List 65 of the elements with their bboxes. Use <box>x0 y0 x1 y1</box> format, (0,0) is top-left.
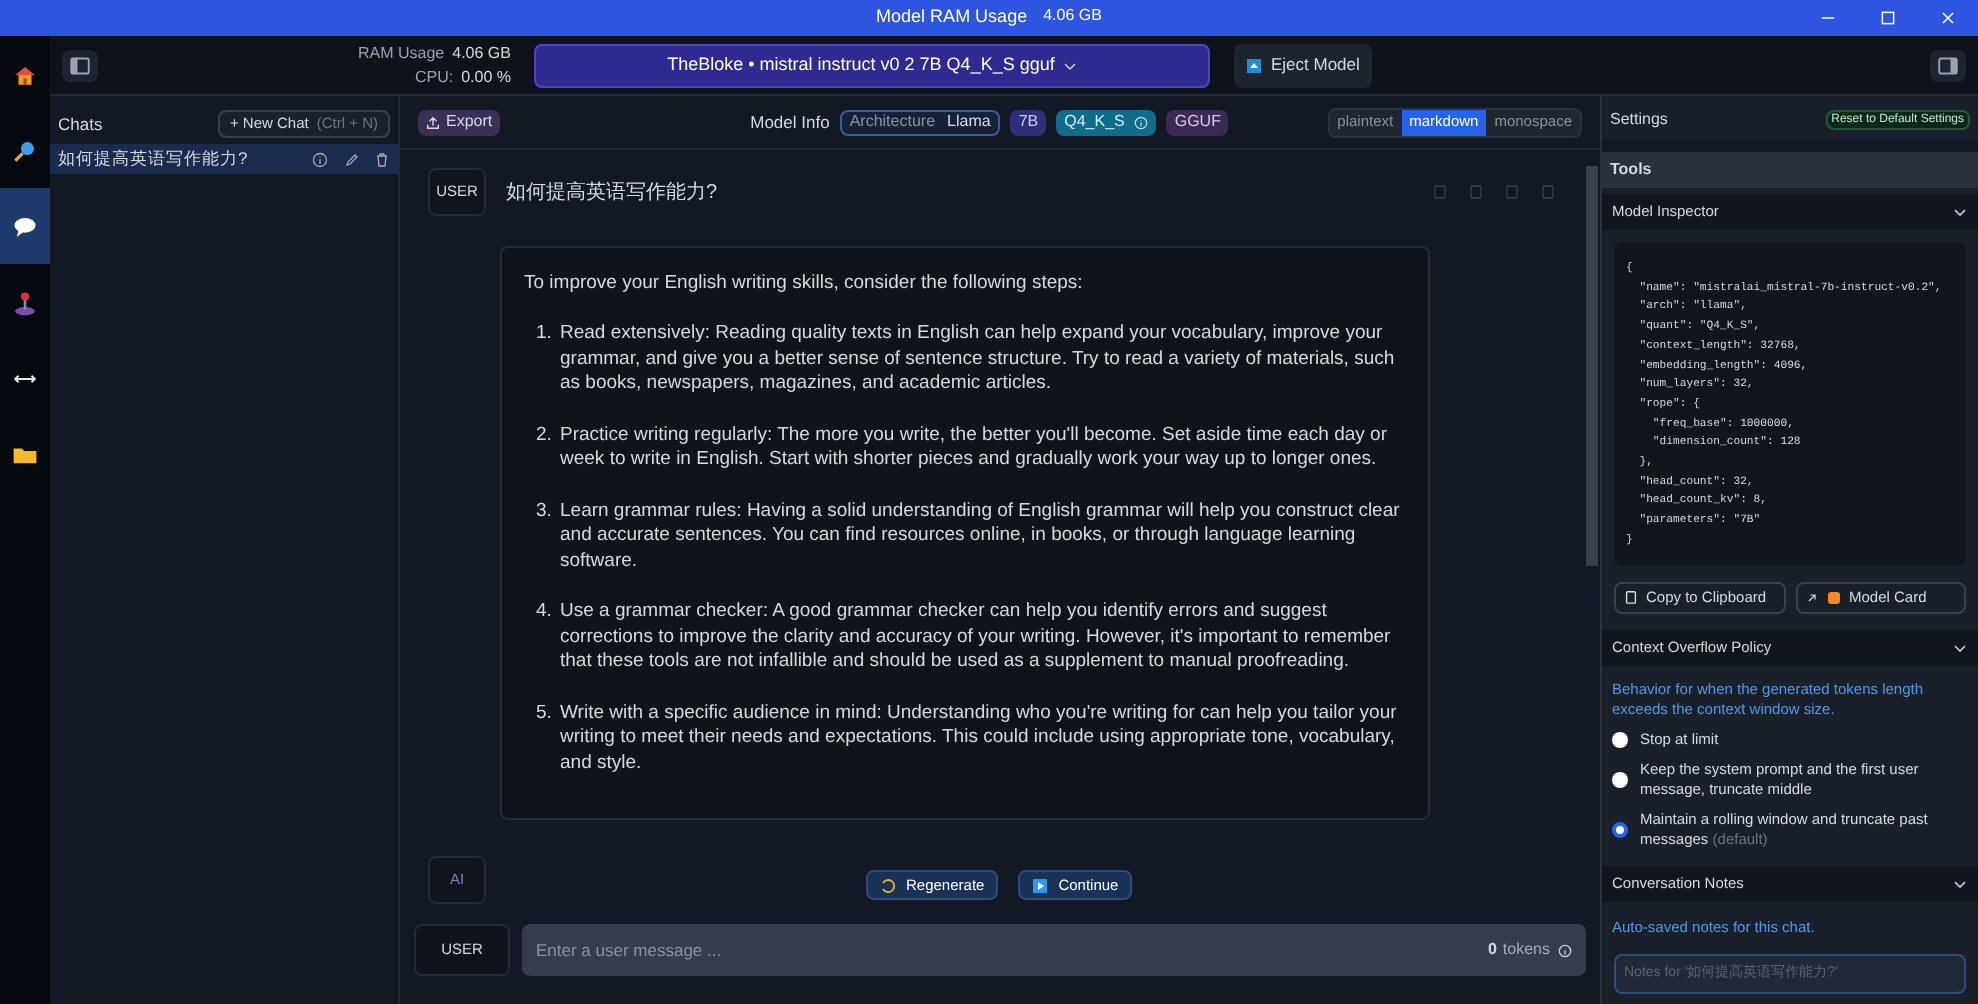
refresh-icon <box>880 877 896 893</box>
list-item-text: Write with a specific audience in mind: Understanding who you're writing for can help you tailor your writing to meet their needs and expectations. This could include using appropriate tone, vocabulary, and style. <box>560 701 1399 776</box>
list-item-text: Read extensively: Reading quality texts in English can help expand your vocabulary, improve your grammar, and give you a better sense of sentence structure. Try to read a variety of materials, such as books, newspapers, magazines, and academic articles. <box>560 322 1397 397</box>
message-input[interactable]: Enter a user message ... <box>536 937 1488 963</box>
upload-icon <box>426 115 440 129</box>
list-number: 3. <box>536 499 554 525</box>
list-number: 5. <box>536 701 554 727</box>
message-text: To improve your English writing skills, consider the following steps: <box>524 270 1085 296</box>
eject-icon <box>1246 57 1263 73</box>
info-icon <box>1134 115 1149 129</box>
scrollbar[interactable] <box>1586 166 1598 566</box>
ram-value: 4.06 GB <box>452 41 511 65</box>
message-composer[interactable]: Enter a user message ... 0 tokens <box>522 924 1586 976</box>
home-icon <box>12 61 38 87</box>
window-title: Model RAM Usage <box>876 4 1028 31</box>
section-title: Tools <box>1602 152 1978 188</box>
radio-button[interactable] <box>1612 771 1628 788</box>
external-link-icon <box>1805 591 1817 604</box>
chat-list-item[interactable]: 如何提高英语写作能力? <box>50 144 398 174</box>
list-number: 4. <box>536 600 554 626</box>
export-button[interactable]: Export <box>418 109 501 135</box>
size-tag: 7B <box>1010 109 1047 135</box>
tokens-label: tokens <box>1502 938 1550 962</box>
chevron-down-icon <box>1952 204 1968 220</box>
panel-title: Chats <box>58 111 103 137</box>
panel-title: Settings <box>1610 108 1668 132</box>
radio-button[interactable] <box>1612 731 1628 748</box>
pencil-icon <box>344 151 360 167</box>
close-icon <box>1938 8 1958 28</box>
copy-icon <box>1432 184 1448 200</box>
clipboard-icon <box>1624 590 1638 605</box>
model-info-label: Model Info <box>750 109 830 135</box>
card-icon <box>1825 589 1841 606</box>
joystick-icon <box>12 289 38 315</box>
list-number: 2. <box>536 423 554 449</box>
search-icon <box>12 137 38 163</box>
quant-tag: Q4_K_S <box>1056 109 1157 135</box>
ram-reading: 4.06 GB <box>1043 4 1102 29</box>
format-tag: GGUF <box>1166 109 1229 135</box>
list-item-text: Learn grammar rules: Having a solid understanding of English grammar will help you construct clear and accurate sentences. You can find resources online, in books, or through language learning software. <box>560 499 1402 574</box>
chevron-down-icon <box>1952 639 1968 656</box>
list-item-text: Practice writing regularly: The more you write, the better you'll become. Set aside time each day or week to write in English. Start with shorter pieces and gradually work your way up to longer ones. <box>560 423 1389 473</box>
maximize-icon <box>1878 8 1898 28</box>
info-icon <box>1558 943 1572 957</box>
play-icon <box>1032 877 1049 893</box>
panel-icon <box>1936 55 1960 75</box>
eject-model-button[interactable]: Eject Model <box>1234 43 1372 87</box>
list-number: 1. <box>536 322 554 348</box>
message-text: 如何提高英语写作能力? <box>506 179 720 207</box>
cpu-value: 0.00 % <box>461 65 511 89</box>
model-selector[interactable]: TheBloke • mistral instruct v0 2 7B Q4_K_S gguf <box>534 43 1211 87</box>
sidebar-toggle-button[interactable] <box>62 49 98 81</box>
info-icon <box>312 151 328 167</box>
radio-button[interactable] <box>1612 821 1628 838</box>
nav-chat-button[interactable] <box>0 188 50 264</box>
panel-toggle-button[interactable] <box>1930 49 1966 81</box>
chat-bubble-icon <box>12 213 38 239</box>
sidebar-icon <box>68 55 92 75</box>
list-item-text: Use a grammar checker: A good grammar checker can help you identify errors and suggest corrections to improve the clarity and accuracy of your writing. However, it's important to remember that these tools are not infallible and should be used as a supplement to manual proofreading. <box>560 600 1393 675</box>
chevron-down-icon <box>1952 875 1968 892</box>
ram-label: RAM Usage <box>358 41 445 65</box>
chevron-down-icon <box>1062 57 1079 73</box>
cpu-label: CPU: <box>414 65 454 89</box>
architecture-tag: Architecture Llama <box>839 109 1001 135</box>
token-count: 0 <box>1487 938 1497 962</box>
